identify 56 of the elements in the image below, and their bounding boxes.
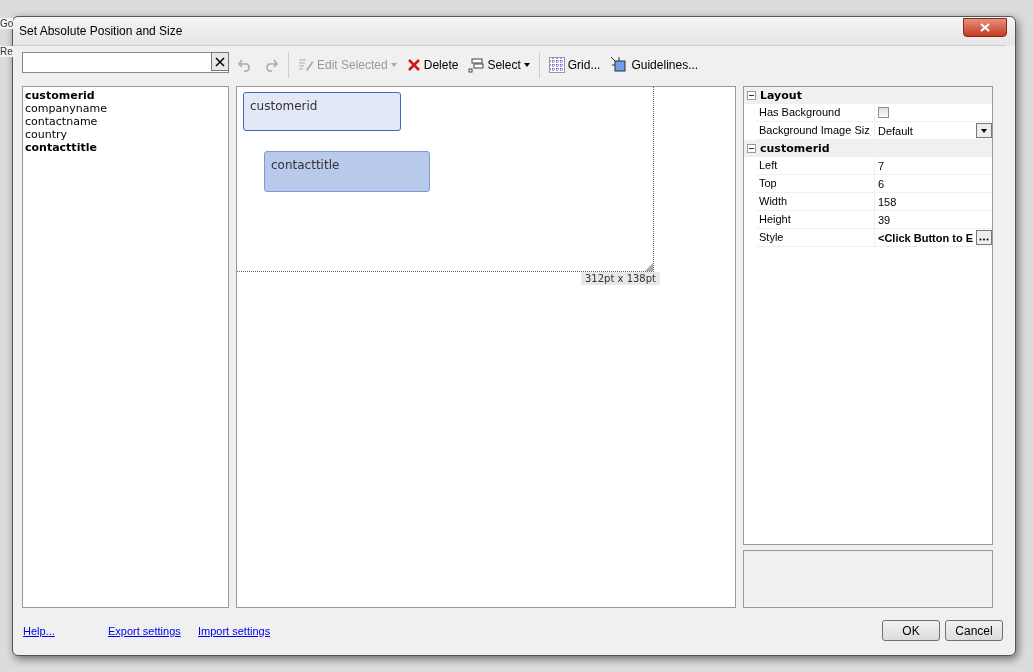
property-value[interactable]: 6 <box>878 177 885 190</box>
property-name: Background Image Siz <box>756 122 875 139</box>
background-window-text: Re <box>0 46 13 57</box>
link[interactable]: Export settings <box>108 624 198 637</box>
field-list-item[interactable]: country <box>25 128 226 141</box>
ellipsis-button[interactable] <box>976 230 992 245</box>
collapse-toggle[interactable] <box>747 144 756 153</box>
select-button[interactable]: Select <box>467 55 531 75</box>
field-list-item[interactable]: companyname <box>25 102 226 115</box>
property-value: <Click Button to E <box>878 231 974 244</box>
cancel-button[interactable]: Cancel <box>945 620 1003 641</box>
property-name: Left <box>756 157 875 174</box>
field-list-item[interactable]: contacttitle <box>25 141 226 154</box>
grid-button[interactable]: Grid... <box>547 55 602 75</box>
select-icon <box>468 57 485 73</box>
dropdown-button[interactable] <box>976 123 992 138</box>
search-field[interactable] <box>22 52 229 73</box>
collapse-toggle[interactable] <box>747 91 756 100</box>
close-button[interactable] <box>963 17 1007 37</box>
canvas-field[interactable]: contacttitle <box>264 151 430 192</box>
field-list-item[interactable]: contactname <box>25 115 226 128</box>
property-name: Top <box>756 175 875 192</box>
clear-button[interactable] <box>211 52 229 71</box>
undo-icon <box>237 57 253 73</box>
field-list-item[interactable]: customerid <box>25 89 226 102</box>
background-window-text: Go <box>0 18 14 29</box>
property-value[interactable]: Default <box>878 124 913 137</box>
ellipsis-icon <box>979 237 989 241</box>
minus-icon <box>748 145 755 152</box>
caret-icon <box>981 128 987 133</box>
category-label: Layout <box>760 89 802 102</box>
clear-icon <box>215 56 225 67</box>
property-value[interactable]: 39 <box>878 213 891 226</box>
grid-icon <box>548 57 565 73</box>
property-name: Style <box>756 229 875 246</box>
property-value[interactable]: 7 <box>878 159 885 172</box>
guidelines-button[interactable]: Guidelines... <box>609 54 700 76</box>
ok-button[interactable]: OK <box>882 620 940 641</box>
link[interactable]: Help... <box>23 624 108 637</box>
link[interactable]: Import settings <box>198 624 271 637</box>
guidelines-icon <box>610 56 629 74</box>
property-name: Height <box>756 211 875 228</box>
property-name: Width <box>756 193 875 210</box>
property-name: Has Background <box>756 104 875 121</box>
delete-button[interactable]: Delete <box>405 56 460 74</box>
canvas-field[interactable]: customerid <box>243 92 401 131</box>
window-title: Set Absolute Position and Size <box>19 24 183 38</box>
close-icon <box>980 22 990 32</box>
delete-icon <box>406 58 421 72</box>
redo-icon <box>263 57 279 73</box>
property-value[interactable]: 158 <box>878 195 897 208</box>
category-label: customerid <box>760 142 830 155</box>
minus-icon <box>748 92 755 99</box>
size-label: 312pt x 138pt <box>581 272 660 285</box>
checkbox[interactable] <box>878 107 889 118</box>
pencil-list-icon <box>298 57 314 73</box>
